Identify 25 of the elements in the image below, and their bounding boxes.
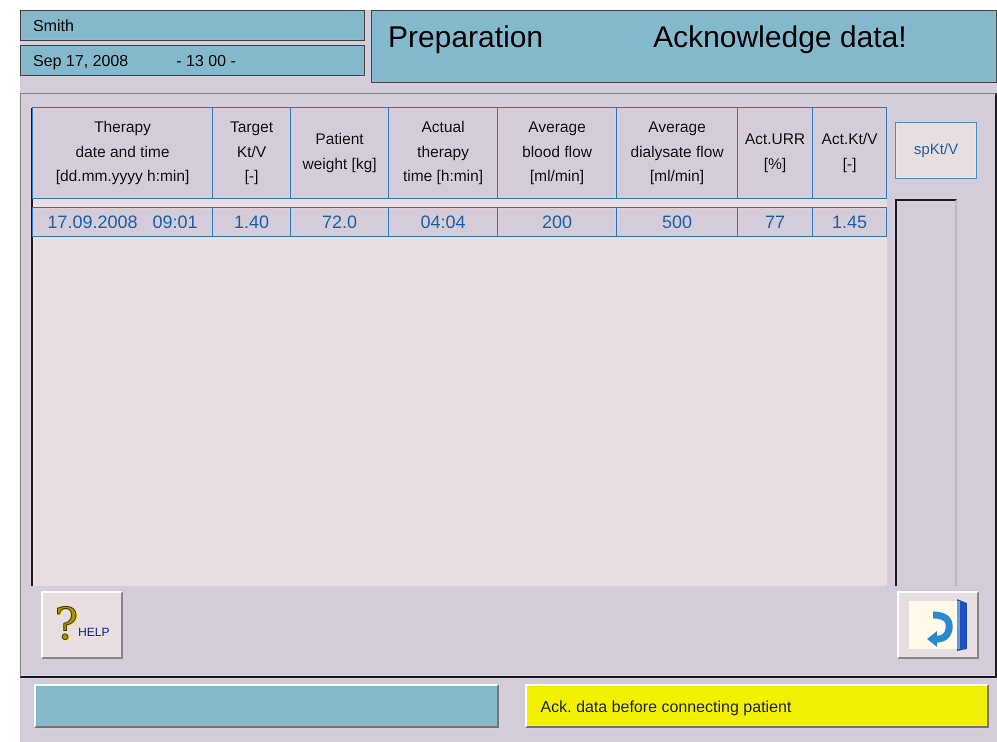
status-message: Ack. data before connecting patient bbox=[524, 684, 989, 728]
column-header: Therapy date and time [dd.mm.yyyy h:min] bbox=[32, 107, 213, 199]
spktv-button[interactable]: spKt/V bbox=[895, 122, 977, 179]
exit-button[interactable] bbox=[897, 591, 979, 659]
column-header: Actual therapy time [h:min] bbox=[388, 107, 498, 199]
table-cell[interactable]: 77 bbox=[737, 207, 813, 237]
column-header: Patient weight [kg] bbox=[290, 107, 389, 199]
table-cell[interactable]: 72.0 bbox=[290, 207, 389, 237]
table-cell[interactable]: 1.45 bbox=[812, 207, 887, 237]
time-text: - 13 00 - bbox=[176, 52, 236, 71]
table-cell[interactable]: 17.09.2008 09:01 bbox=[32, 207, 213, 237]
patient-name: Smith bbox=[20, 10, 365, 41]
column-header: Average blood flow [ml/min] bbox=[497, 107, 617, 199]
table-cell[interactable]: 04:04 bbox=[388, 207, 498, 237]
screen-title: Preparation bbox=[388, 20, 544, 56]
table-cell[interactable]: 500 bbox=[616, 207, 738, 237]
table-cell[interactable]: 1.40 bbox=[212, 207, 291, 237]
date-text: Sep 17, 2008 bbox=[33, 52, 128, 71]
column-header: Average dialysate flow [ml/min] bbox=[616, 107, 738, 199]
screen-message: Acknowledge data! bbox=[653, 20, 907, 56]
help-button[interactable]: ?HELP bbox=[41, 591, 123, 659]
column-header: Target Kt/V [-] bbox=[212, 107, 291, 199]
table-cell[interactable]: 200 bbox=[497, 207, 617, 237]
column-header: Act.Kt/V [-] bbox=[812, 107, 887, 199]
column-header: Act.URR [%] bbox=[737, 107, 813, 199]
